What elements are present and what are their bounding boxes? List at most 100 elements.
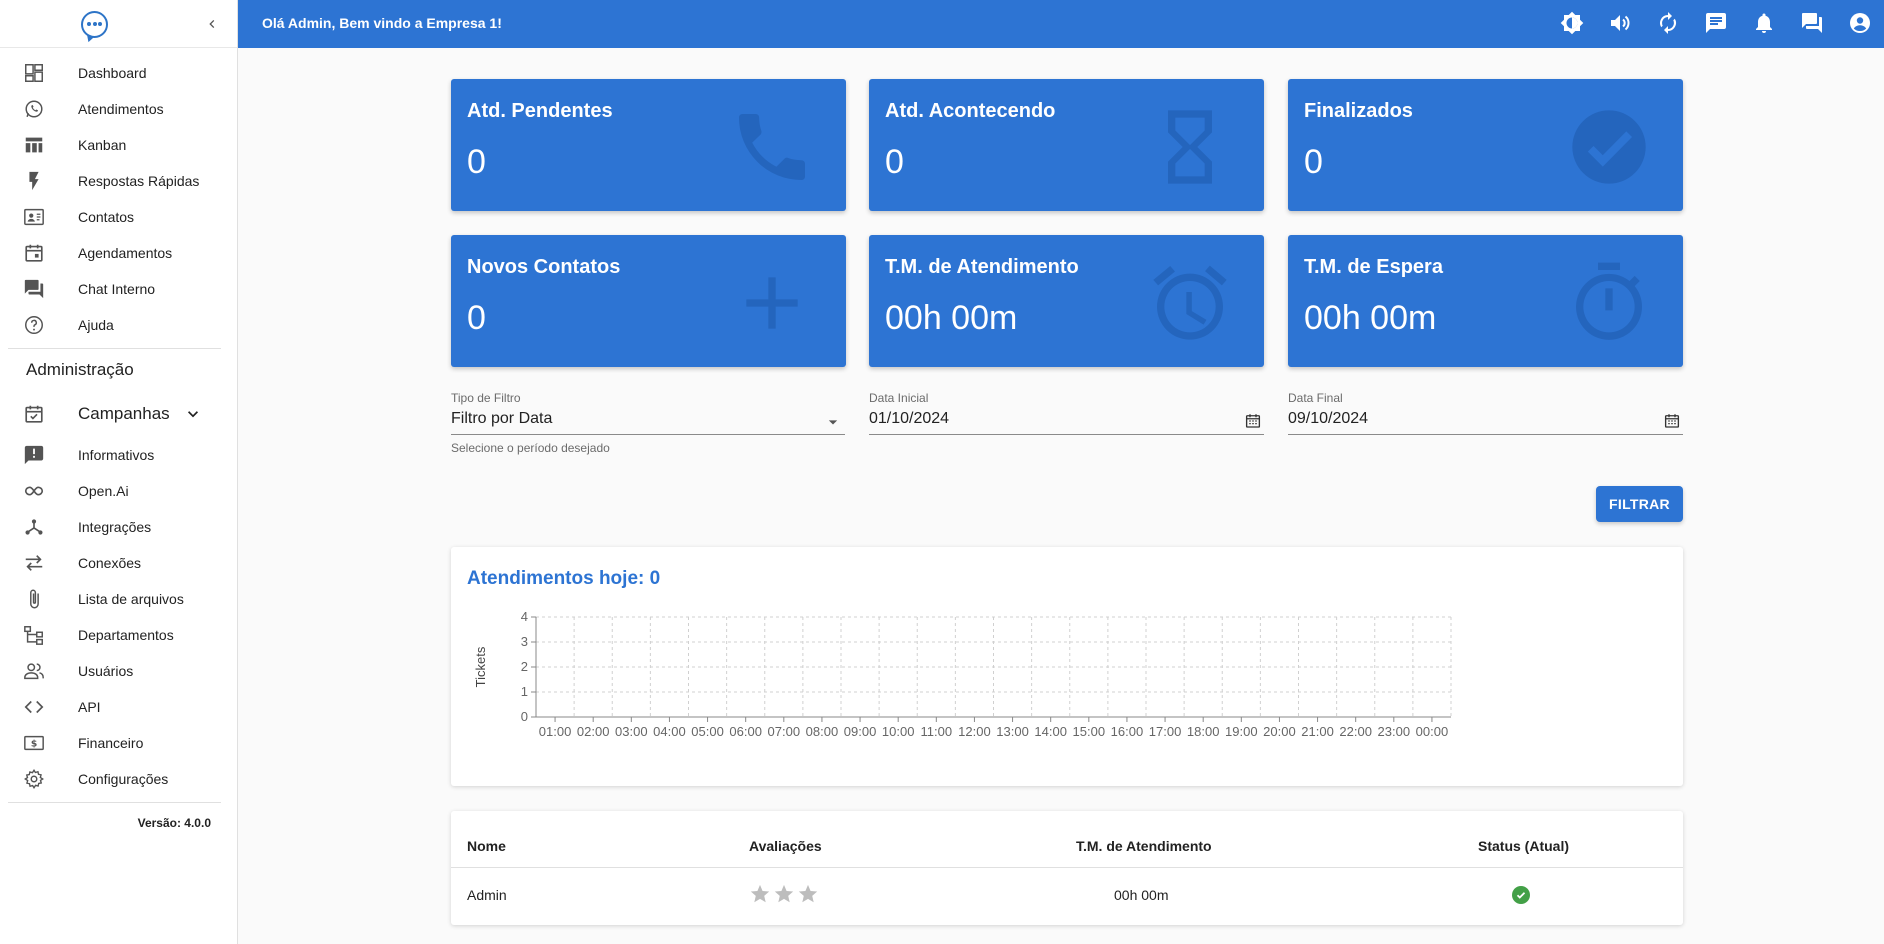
code-icon: [22, 696, 46, 718]
filter-type-select[interactable]: Tipo de Filtro Filtro por Data Selecione…: [451, 391, 845, 455]
y-tick-label: 4: [521, 609, 528, 624]
card-tm-atendimento: T.M. de Atendimento 00h 00m: [869, 235, 1264, 367]
sidebar-item-kanban[interactable]: Kanban: [0, 127, 237, 163]
card-title: T.M. de Espera: [1304, 256, 1443, 278]
star-icon: [774, 884, 794, 903]
calendar-icon[interactable]: [1663, 412, 1681, 435]
card-tm-espera: T.M. de Espera 00h 00m: [1288, 235, 1683, 367]
star-icon: [798, 884, 818, 903]
field-underline: [869, 434, 1264, 435]
start-date-field[interactable]: Data Inicial 01/10/2024: [869, 391, 1264, 435]
sidebar-item-configuracoes[interactable]: Configurações: [0, 761, 237, 797]
column-header-status: Status (Atual): [1478, 838, 1569, 854]
account-icon[interactable]: [1848, 11, 1872, 35]
status-online-icon: [1512, 886, 1530, 904]
sidebar-item-atendimentos[interactable]: Atendimentos: [0, 91, 237, 127]
x-tick-label: 20:00: [1263, 724, 1296, 739]
sidebar-item-openai[interactable]: Open.Ai: [0, 473, 237, 509]
filter-button[interactable]: FILTRAR: [1596, 486, 1683, 522]
contact-card-icon: [22, 206, 46, 228]
attach-icon: [22, 588, 46, 610]
rating-stars: [749, 883, 819, 905]
field-label: Data Inicial: [869, 391, 929, 405]
attendants-table: Nome Avaliações T.M. de Atendimento Stat…: [451, 811, 1683, 925]
star-icon: [750, 884, 770, 903]
main-nav: Dashboard Atendimentos Kanban Respostas …: [0, 55, 237, 343]
chat-icon: [22, 278, 46, 300]
chat-icon[interactable]: [1800, 11, 1824, 35]
admin-section-title: Administração: [26, 360, 134, 379]
greeting-text: Olá Admin, Bem vindo a Empresa 1!: [262, 15, 502, 31]
card-value: 0: [1304, 143, 1323, 181]
sidebar-item-label: Ajuda: [78, 317, 114, 333]
column-header-avg-time: T.M. de Atendimento: [1076, 838, 1212, 854]
sidebar-item-campanhas[interactable]: Campanhas: [0, 391, 237, 437]
card-value: 0: [467, 299, 486, 337]
card-value: 0: [885, 143, 904, 181]
column-header-name: Nome: [467, 838, 506, 854]
dashboard-icon: [22, 62, 46, 84]
announcement-icon: [22, 444, 46, 466]
sidebar-item-integracoes[interactable]: Integrações: [0, 509, 237, 545]
topbar: Olá Admin, Bem vindo a Empresa 1!: [238, 0, 1884, 48]
card-title: T.M. de Atendimento: [885, 256, 1079, 278]
x-tick-label: 09:00: [844, 724, 877, 739]
chevron-left-icon[interactable]: [200, 12, 224, 36]
field-helper-text: Selecione o período desejado: [451, 441, 610, 455]
svg-text:$: $: [31, 739, 37, 750]
brightness-icon[interactable]: [1560, 11, 1584, 35]
sidebar-item-label: API: [78, 699, 101, 715]
admin-nav: Informativos Open.Ai Integrações Conexõe…: [0, 437, 237, 797]
sidebar-item-dashboard[interactable]: Dashboard: [0, 55, 237, 91]
end-date-field[interactable]: Data Final 09/10/2024: [1288, 391, 1683, 435]
sidebar-item-api[interactable]: API: [0, 689, 237, 725]
y-axis-label: Tickets: [473, 646, 488, 687]
volume-icon[interactable]: [1608, 11, 1632, 35]
divider: [451, 867, 1683, 868]
sidebar-item-chat-interno[interactable]: Chat Interno: [0, 271, 237, 307]
sidebar-item-label: Kanban: [78, 137, 127, 153]
sidebar: Dashboard Atendimentos Kanban Respostas …: [0, 0, 238, 944]
x-tick-label: 02:00: [577, 724, 610, 739]
sync-arrows-icon: [22, 552, 46, 574]
field-value: 01/10/2024: [869, 410, 950, 427]
chevron-down-icon: [183, 404, 203, 429]
departments-icon: [22, 624, 46, 646]
money-icon: $: [22, 732, 46, 754]
x-tick-label: 10:00: [882, 724, 915, 739]
sidebar-item-conexoes[interactable]: Conexões: [0, 545, 237, 581]
x-tick-label: 17:00: [1149, 724, 1182, 739]
sidebar-item-label: Conexões: [78, 555, 142, 571]
sidebar-item-agendamentos[interactable]: Agendamentos: [0, 235, 237, 271]
sidebar-item-usuarios[interactable]: Usuários: [0, 653, 237, 689]
x-tick-label: 03:00: [615, 724, 648, 739]
refresh-icon[interactable]: [1656, 11, 1680, 35]
card-value: 00h 00m: [1304, 299, 1437, 337]
phone-icon: [739, 114, 805, 180]
sidebar-item-label: Dashboard: [78, 65, 147, 81]
x-tick-label: 12:00: [958, 724, 991, 739]
calendar-icon[interactable]: [1244, 412, 1262, 435]
timer-icon: [1576, 262, 1643, 340]
x-tick-label: 15:00: [1073, 724, 1106, 739]
field-label: Tipo de Filtro: [451, 391, 521, 405]
calendar-check-icon: [22, 403, 46, 425]
sidebar-item-financeiro[interactable]: $ Financeiro: [0, 725, 237, 761]
sidebar-item-lista-de-arquivos[interactable]: Lista de arquivos: [0, 581, 237, 617]
sidebar-item-informativos[interactable]: Informativos: [0, 437, 237, 473]
message-icon[interactable]: [1704, 11, 1728, 35]
sidebar-item-departamentos[interactable]: Departamentos: [0, 617, 237, 653]
notification-bell-icon[interactable]: [1752, 11, 1776, 35]
sidebar-item-ajuda[interactable]: Ajuda: [0, 307, 237, 343]
sidebar-item-label: Agendamentos: [78, 245, 173, 261]
x-tick-label: 19:00: [1225, 724, 1258, 739]
x-tick-label: 05:00: [691, 724, 724, 739]
chart-panel: Atendimentos hoje: 0 0 1 2 3 4 01:00 02:00 03:0…: [451, 547, 1683, 786]
sidebar-item-respostas-rapidas[interactable]: Respostas Rápidas: [0, 163, 237, 199]
card-value: 0: [467, 143, 486, 181]
x-tick-label: 14:00: [1034, 724, 1067, 739]
sidebar-item-contatos[interactable]: Contatos: [0, 199, 237, 235]
sidebar-item-label: Integrações: [78, 519, 152, 535]
x-tick-label: 13:00: [996, 724, 1029, 739]
cell-name: Admin: [467, 887, 507, 903]
